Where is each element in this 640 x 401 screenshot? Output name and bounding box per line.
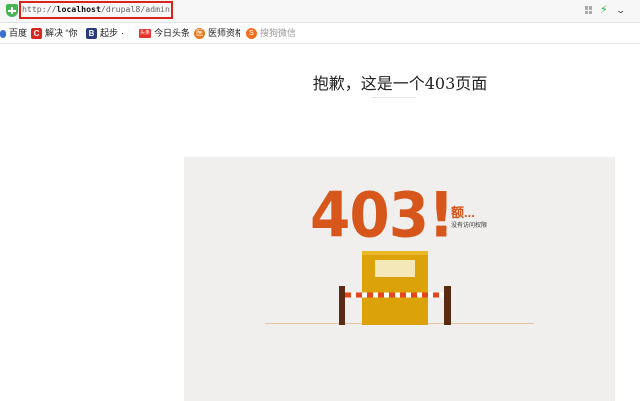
left-barrier-post: [339, 286, 345, 325]
booth-top-edge: [362, 251, 428, 255]
booth-window: [375, 260, 415, 277]
right-barrier-post: [444, 286, 451, 325]
guard-booth-illustration: [339, 251, 451, 325]
